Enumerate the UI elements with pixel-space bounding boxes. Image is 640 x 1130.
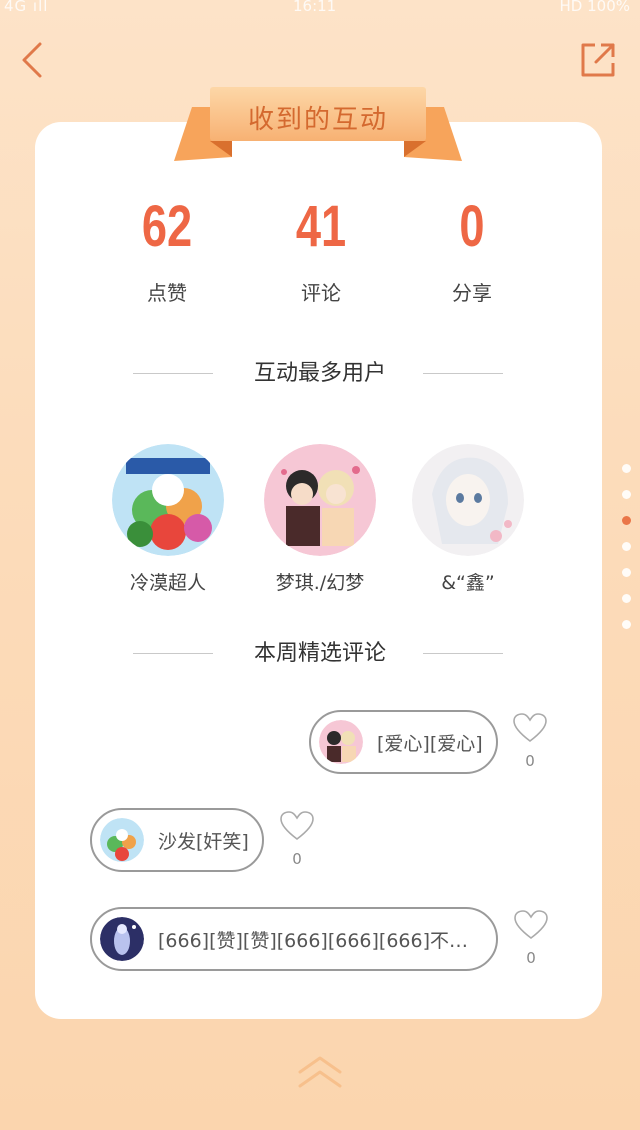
divider [423,373,503,374]
stat-label: 点赞 [147,281,187,305]
comment-text: [666][赞][赞][666][666][666]不… [158,929,469,952]
page-title: 收到的互动 [247,104,388,135]
like-button[interactable]: 0 [277,810,317,868]
page-dot[interactable] [622,464,631,473]
stat-comments: 41 评论 [261,195,381,306]
page-dot[interactable] [622,490,631,499]
top-user-item[interactable]: 梦琪./幻梦 [245,444,395,595]
page-dot-active[interactable] [622,516,631,525]
avatar [112,444,224,556]
user-name: 冷漠超人 [129,572,206,594]
heart-outline-icon [513,713,547,743]
avatar [264,444,376,556]
section-title: 互动最多用户 [253,361,386,386]
user-name: &“鑫” [441,572,495,594]
like-count: 0 [526,949,536,967]
title-ribbon: 收到的互动 [174,85,462,165]
chevron-left-icon [22,42,42,78]
comment-text: [爱心][爱心] [377,732,483,755]
divider [423,653,503,654]
double-chevron-up-icon [298,1056,342,1088]
comment-avatar [100,917,144,961]
comment-bubble[interactable]: [666][赞][赞][666][666][666]不… [90,907,498,971]
back-button[interactable] [16,40,48,80]
comment-bubble[interactable]: 沙发[奸笑] [90,808,264,872]
comment-bubble[interactable]: [爱心][爱心] [309,710,498,774]
comment-text: 沙发[奸笑] [158,830,249,853]
heart-outline-icon [280,811,314,841]
page-dot[interactable] [622,568,631,577]
page-dot[interactable] [622,620,631,629]
stat-value: 41 [295,194,347,259]
stat-value: 62 [141,194,193,259]
section-title: 本周精选评论 [253,641,386,666]
scroll-up-button[interactable] [296,1052,344,1092]
share-out-icon [581,43,615,77]
comment-avatar [319,720,363,764]
stats-row: 62 点赞 41 评论 0 分享 [0,195,640,315]
share-button[interactable] [578,40,618,80]
like-count: 0 [525,752,535,770]
like-button[interactable]: 0 [511,909,551,967]
signal-indicator: 4G ıll [4,0,49,15]
section-header-top-users: 互动最多用户 [0,358,640,390]
stat-shares: 0 分享 [412,195,532,306]
heart-outline-icon [514,910,548,940]
top-user-item[interactable]: 冷漠超人 [93,444,243,595]
section-header-comments: 本周精选评论 [0,638,640,670]
stat-label: 评论 [301,281,341,305]
top-user-item[interactable]: &“鑫” [393,444,543,595]
page-dot[interactable] [622,542,631,551]
stat-value: 0 [459,194,485,259]
comment-avatar [100,818,144,862]
battery-indicator: HD 100% [559,0,630,15]
status-bar: 4G ıll 16:11 HD 100% [0,0,640,18]
stat-label: 分享 [452,281,492,305]
like-button[interactable]: 0 [510,712,550,770]
avatar [412,444,524,556]
clock: 16:11 [293,0,337,15]
user-name: 梦琪./幻梦 [275,572,365,594]
like-count: 0 [292,850,302,868]
page-dot[interactable] [622,594,631,603]
stat-likes: 62 点赞 [107,195,227,306]
